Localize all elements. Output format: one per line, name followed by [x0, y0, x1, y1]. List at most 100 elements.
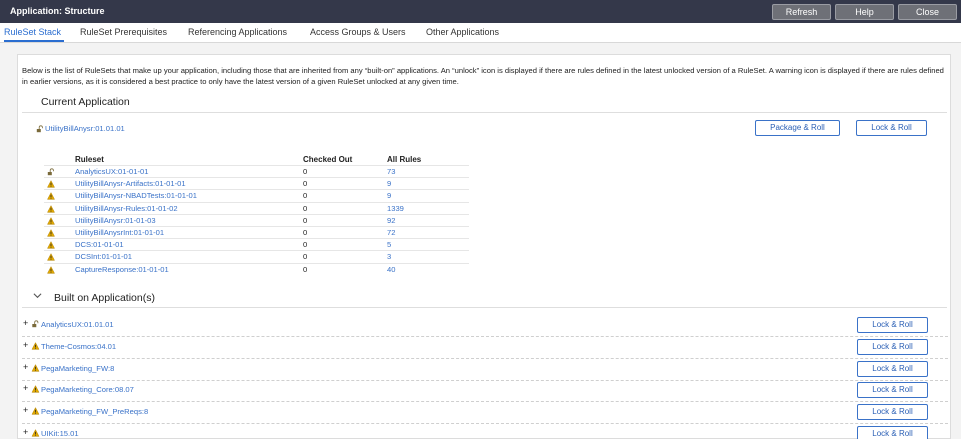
lock-and-roll-button[interactable]: Lock & Roll: [857, 426, 928, 439]
table-row: CaptureResponse:01-01-01 0 40: [44, 262, 469, 275]
tab-ruleset-prerequisites[interactable]: RuleSet Prerequisites: [80, 23, 167, 42]
expand-icon[interactable]: +: [23, 340, 28, 350]
lock-and-roll-button[interactable]: Lock & Roll: [857, 338, 928, 355]
expand-icon[interactable]: +: [23, 427, 28, 437]
tab-ruleset-stack[interactable]: RuleSet Stack: [4, 23, 64, 42]
all-rules-link[interactable]: 92: [387, 216, 395, 225]
all-rules-link[interactable]: 3: [387, 252, 391, 261]
checked-out-count: 0: [303, 179, 308, 189]
warning-icon: [47, 216, 55, 225]
current-application-heading: Current Application: [41, 96, 130, 108]
current-app-link[interactable]: UtilityBillAnysr:01.01.01: [45, 124, 125, 133]
warning-icon: [47, 204, 55, 213]
tab-strip: RuleSet Stack RuleSet Prerequisites Refe…: [0, 23, 961, 43]
warning-icon: [47, 253, 55, 261]
warning-icon: [31, 385, 40, 393]
tab-access-groups-users[interactable]: Access Groups & Users: [310, 23, 406, 42]
ruleset-link[interactable]: UtilityBillAnysr-Artifacts:01-01-01: [75, 179, 186, 188]
built-on-app-row: + UIKit:15.01 Lock & Roll: [22, 424, 948, 439]
all-rules-link[interactable]: 5: [387, 240, 391, 249]
title-bar: Application: Structure Refresh Help Clos…: [0, 0, 961, 23]
table-row: DCSInt:01-01-01 0 3: [44, 250, 469, 262]
built-on-app-row: + PegaMarketing_Core:08.07 Lock & Roll: [22, 380, 948, 403]
warning-icon: [47, 241, 55, 249]
built-on-app-row: + PegaMarketing_FW:8 Lock & Roll: [22, 359, 948, 381]
lock-and-roll-button[interactable]: Lock & Roll: [857, 317, 928, 333]
table-row: UtilityBillAnysr-Artifacts:01-01-01 0 9: [44, 177, 469, 189]
help-button[interactable]: Help: [835, 4, 894, 20]
warning-icon: [47, 180, 55, 188]
lock-and-roll-button[interactable]: Lock & Roll: [857, 404, 928, 421]
expand-icon[interactable]: +: [23, 383, 28, 393]
warning-icon: [31, 363, 40, 372]
built-on-app-row: + Theme-Cosmos:04.01 Lock & Roll: [22, 337, 948, 359]
tab-referencing-applications[interactable]: Referencing Applications: [188, 23, 287, 42]
built-on-app-link[interactable]: PegaMarketing_FW:8: [41, 364, 114, 373]
ruleset-link[interactable]: DCSInt:01-01-01: [75, 252, 132, 261]
all-rules-link[interactable]: 9: [387, 191, 391, 200]
checked-out-count: 0: [303, 203, 308, 213]
package-and-roll-button[interactable]: Package & Roll: [755, 120, 840, 136]
ruleset-link[interactable]: AnalyticsUX:01-01-01: [75, 167, 148, 176]
chevron-down-icon[interactable]: [33, 291, 42, 300]
ruleset-link[interactable]: UtilityBillAnysr-Rules:01-01-02: [75, 204, 178, 213]
intro-text: Below is the list of RuleSets that make …: [22, 66, 944, 86]
content-area: Below is the list of RuleSets that make …: [0, 43, 961, 439]
ruleset-link[interactable]: UtilityBillAnysr:01-01-03: [75, 216, 156, 225]
checked-out-count: 0: [303, 252, 308, 262]
table-row: UtilityBillAnysrInt:01-01-01 0 72: [44, 226, 469, 238]
checked-out-count: 0: [303, 215, 308, 225]
built-on-app-link[interactable]: PegaMarketing_Core:08.07: [41, 385, 134, 394]
table-row: DCS:01-01-01 0 5: [44, 238, 469, 250]
built-on-app-link[interactable]: Theme-Cosmos:04.01: [41, 342, 116, 351]
all-rules-link[interactable]: 9: [387, 179, 391, 188]
column-header-checked-out: Checked Out: [303, 155, 353, 164]
warning-icon: [47, 192, 55, 200]
divider: [22, 112, 947, 113]
built-on-heading: Built on Application(s): [54, 292, 155, 304]
table-row: UtilityBillAnysr-NBADTests:01-01-01 0 9: [44, 189, 469, 201]
column-header-ruleset: Ruleset: [75, 155, 104, 164]
checked-out-count: 0: [303, 167, 308, 176]
all-rules-link[interactable]: 1339: [387, 204, 404, 213]
all-rules-link[interactable]: 40: [387, 265, 395, 274]
ruleset-link[interactable]: UtilityBillAnysr-NBADTests:01-01-01: [75, 191, 197, 200]
window-title: Application: Structure: [10, 6, 105, 16]
all-rules-link[interactable]: 73: [387, 167, 395, 176]
checked-out-count: 0: [303, 264, 308, 274]
warning-icon: [31, 341, 40, 350]
built-on-app-row: + AnalyticsUX:01.01.01 Lock & Roll: [22, 315, 948, 337]
lock-and-roll-button[interactable]: Lock & Roll: [857, 382, 928, 399]
warning-icon: [31, 429, 40, 437]
warning-icon: [31, 407, 40, 415]
warning-icon: [47, 229, 55, 237]
expand-icon[interactable]: +: [23, 405, 28, 415]
ruleset-link[interactable]: CaptureResponse:01-01-01: [75, 265, 169, 274]
checked-out-count: 0: [303, 228, 308, 237]
ruleset-link[interactable]: DCS:01-01-01: [75, 240, 124, 249]
lock-and-roll-button[interactable]: Lock & Roll: [857, 360, 928, 377]
built-on-app-link[interactable]: PegaMarketing_FW_PreReqs:8: [41, 407, 148, 416]
checked-out-count: 0: [303, 240, 308, 250]
divider: [22, 307, 947, 308]
column-header-all-rules: All Rules: [387, 155, 422, 164]
table-row: AnalyticsUX:01-01-01 0 73: [44, 165, 469, 177]
built-on-app-link[interactable]: UIKit:15.01: [41, 429, 79, 438]
table-row: UtilityBillAnysr:01-01-03 0 92: [44, 213, 469, 226]
unlock-icon: [36, 125, 43, 133]
refresh-button[interactable]: Refresh: [772, 4, 831, 20]
checked-out-count: 0: [303, 191, 308, 201]
tab-other-applications[interactable]: Other Applications: [426, 23, 499, 42]
close-button[interactable]: Close: [898, 4, 957, 20]
expand-icon[interactable]: +: [23, 362, 28, 372]
ruleset-stack-panel: Below is the list of RuleSets that make …: [17, 54, 951, 439]
built-on-app-link[interactable]: AnalyticsUX:01.01.01: [41, 320, 114, 329]
built-on-app-row: + PegaMarketing_FW_PreReqs:8 Lock & Roll: [22, 402, 948, 425]
expand-icon[interactable]: +: [23, 318, 28, 328]
unlock-icon: [32, 320, 39, 328]
all-rules-link[interactable]: 72: [387, 228, 395, 237]
unlock-icon: [47, 168, 54, 176]
warning-icon: [47, 265, 55, 274]
lock-and-roll-button[interactable]: Lock & Roll: [856, 120, 927, 136]
ruleset-link[interactable]: UtilityBillAnysrInt:01-01-01: [75, 228, 164, 237]
